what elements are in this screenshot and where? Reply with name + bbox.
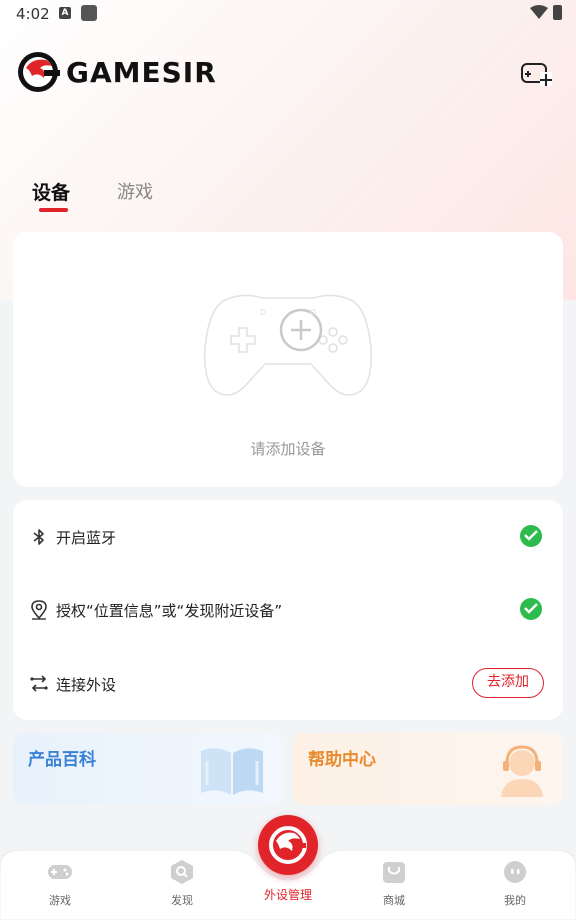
step-location-permission: 授权“位置信息”或“发现附近设备” bbox=[13, 596, 563, 626]
nav-label-active: 外设管理 bbox=[263, 888, 312, 902]
profile-icon bbox=[504, 861, 526, 883]
step-label: 授权“位置信息”或“发现附近设备” bbox=[56, 602, 283, 620]
product-wiki-card[interactable]: 产品百科 bbox=[13, 733, 283, 805]
product-wiki-title: 产品百科 bbox=[28, 750, 96, 770]
device-card[interactable]: 请添加设备 bbox=[13, 232, 563, 487]
step-label: 开启蓝牙 bbox=[56, 529, 117, 547]
tab-games[interactable]: 游戏 bbox=[117, 178, 153, 204]
brand-name: GAMESIR bbox=[66, 55, 217, 89]
status-time: 4:02 bbox=[16, 5, 50, 23]
peripheral-management-button[interactable] bbox=[258, 815, 318, 875]
bottom-navigation: 游戏 发现 外设管理 商城 我的 bbox=[0, 815, 576, 920]
gamesir-logo-icon bbox=[18, 52, 60, 92]
connection-steps-card: 开启蓝牙 授权“位置信息”或“发现附近设备” 连接外设 去添加 bbox=[13, 500, 563, 720]
app-notification-icon bbox=[81, 5, 97, 21]
step-bluetooth: 开启蓝牙 bbox=[13, 523, 563, 553]
bluetooth-icon bbox=[33, 529, 44, 545]
notification-icon: A bbox=[59, 7, 71, 19]
go-add-button[interactable]: 去添加 bbox=[472, 668, 544, 698]
gamepad-icon bbox=[48, 865, 72, 879]
controller-plus-icon[interactable] bbox=[520, 58, 552, 88]
nav-games[interactable]: 游戏 bbox=[20, 860, 100, 908]
shop-bag-icon bbox=[383, 862, 405, 883]
nav-profile[interactable]: 我的 bbox=[475, 860, 555, 908]
step-connect-peripheral: 连接外设 去添加 bbox=[13, 668, 563, 700]
nav-label: 游戏 bbox=[49, 894, 71, 907]
nav-discover[interactable]: 发现 bbox=[142, 860, 222, 908]
support-agent-icon bbox=[501, 745, 543, 797]
connect-icon bbox=[30, 675, 48, 692]
app-screen: 4:02 A GAMESIR 设备 游戏 请添加设备 开启蓝牙 授权“位置信息”… bbox=[0, 0, 576, 920]
add-device-label: 请添加设备 bbox=[250, 440, 326, 458]
step-label: 连接外设 bbox=[56, 676, 117, 694]
check-icon bbox=[520, 525, 542, 547]
controller-add-icon[interactable] bbox=[203, 288, 373, 400]
check-icon bbox=[520, 598, 542, 620]
location-icon bbox=[31, 600, 47, 620]
wifi-icon bbox=[530, 5, 548, 19]
nav-label: 我的 bbox=[504, 894, 526, 907]
active-tab-indicator bbox=[39, 208, 68, 212]
nav-label: 商城 bbox=[383, 894, 405, 907]
nav-shop[interactable]: 商城 bbox=[354, 860, 434, 908]
gamesir-logo-icon bbox=[269, 826, 307, 864]
status-bar: 4:02 A bbox=[0, 0, 576, 28]
book-icon bbox=[201, 748, 263, 795]
help-center-title: 帮助中心 bbox=[308, 750, 376, 770]
help-center-card[interactable]: 帮助中心 bbox=[293, 733, 563, 805]
discover-icon bbox=[171, 860, 193, 884]
tab-devices[interactable]: 设备 bbox=[32, 178, 70, 205]
battery-icon bbox=[553, 5, 562, 20]
gamesir-logo: GAMESIR bbox=[16, 50, 217, 94]
nav-label: 发现 bbox=[171, 894, 193, 907]
